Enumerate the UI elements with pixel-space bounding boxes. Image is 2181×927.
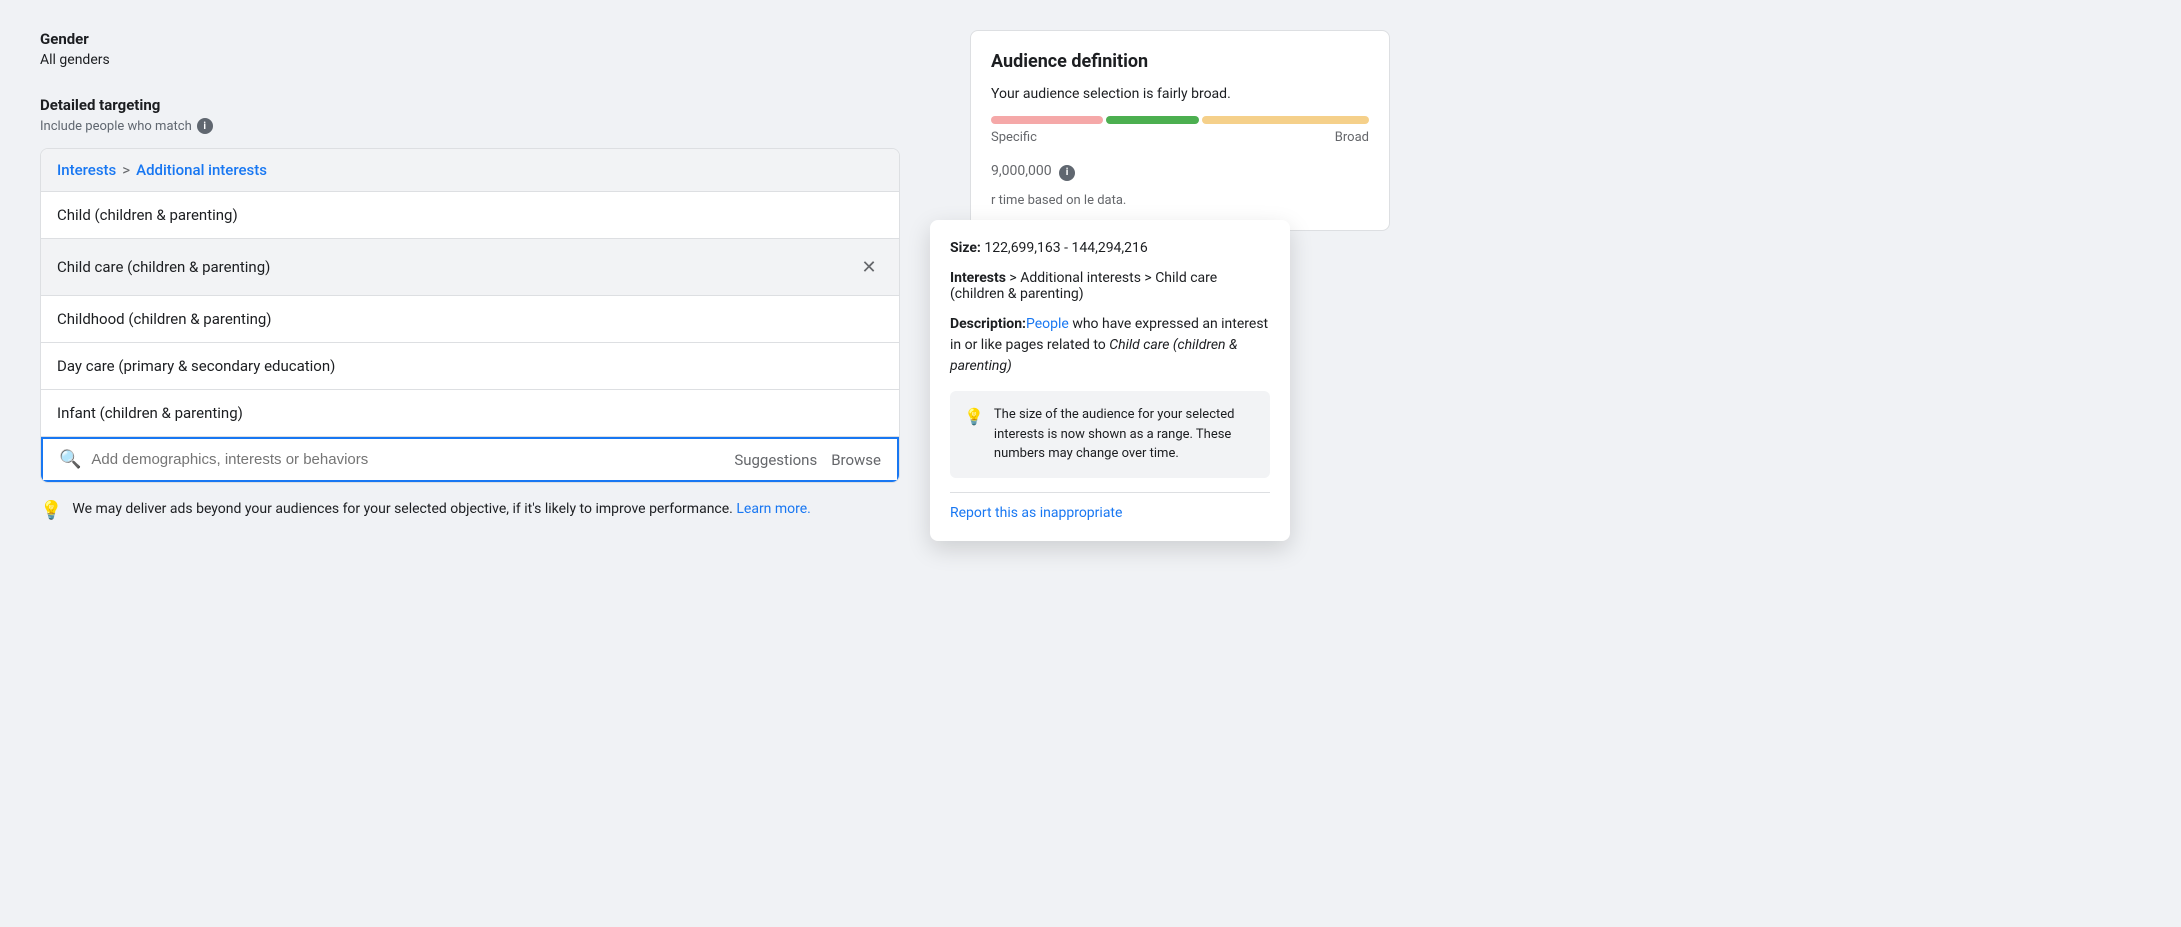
search-input[interactable] [91,451,724,468]
tip-row: 💡 We may deliver ads beyond your audienc… [40,483,900,537]
interest-item-3: Childhood (children & parenting) [41,296,899,343]
targeting-box: Interests > Additional interests Child (… [40,148,900,483]
gender-label: Gender [40,30,900,48]
learn-more-link[interactable]: Learn more. [736,501,811,517]
size-row: 9,000,000 i [991,153,1369,191]
interest-item-3-text: Childhood (children & parenting) [57,310,272,328]
info-icon-2[interactable]: i [1059,165,1075,181]
interest-item-1: Child (children & parenting) [41,192,899,239]
audience-definition-card: Audience definition Your audience select… [970,30,1390,231]
tooltip-size-value: 122,699,163 - 144,294,216 [984,240,1147,256]
breadcrumb-additional[interactable]: Additional interests [136,161,267,179]
tooltip-note: 💡 The size of the audience for your sele… [950,391,1270,478]
browse-link[interactable]: Browse [831,451,881,469]
interest-item-4: Day care (primary & secondary education) [41,343,899,390]
tip-text: We may deliver ads beyond your audiences… [72,499,810,520]
size-number-text: 9,000,000 [991,163,1052,179]
breadcrumb-separator: > [122,161,130,179]
tooltip-note-text: The size of the audience for your select… [994,405,1256,464]
tooltip-note-icon: 💡 [964,405,984,429]
interest-item-2-text: Child care (children & parenting) [57,258,270,276]
tooltip-divider [950,492,1270,493]
interest-item-2: Child care (children & parenting) ✕ [41,239,899,296]
tooltip-size-label: Size: [950,240,981,256]
tip-icon: 💡 [40,500,62,521]
targeting-title: Detailed targeting [40,96,900,114]
tooltip-popup: Size: 122,699,163 - 144,294,216 Interest… [930,220,1290,541]
gauge-segment-3 [1202,116,1369,124]
tooltip-path-label: Interests [950,270,1006,286]
size-number-partial: 9,000,000 i [991,163,1075,181]
gauge-label-broad: Broad [1335,130,1369,145]
audience-desc: Your audience selection is fairly broad. [991,86,1369,102]
tooltip-desc: Description:People who have expressed an… [950,314,1270,377]
search-icon: 🔍 [59,449,81,470]
time-text: r time based on le data. [991,191,1369,211]
report-link[interactable]: Report this as inappropriate [950,505,1122,521]
interest-item-5-text: Infant (children & parenting) [57,404,243,422]
breadcrumb-interests[interactable]: Interests [57,161,116,179]
info-icon[interactable]: i [197,118,213,134]
gender-value: All genders [40,52,900,68]
gauge-segment-1 [991,116,1103,124]
gauge-labels: Specific Broad [991,130,1369,145]
gauge-bars [991,116,1369,124]
tooltip-desc-blue: People [1026,316,1069,332]
audience-title: Audience definition [991,51,1369,72]
search-bar: 🔍 Suggestions Browse [41,437,899,482]
gender-section: Gender All genders [40,30,900,68]
gauge-segment-2 [1106,116,1199,124]
suggestions-link[interactable]: Suggestions [734,451,817,469]
remove-interest-2-button[interactable]: ✕ [855,253,883,281]
tooltip-size: Size: 122,699,163 - 144,294,216 [950,240,1270,256]
gauge-label-specific: Specific [991,130,1037,145]
tooltip-path: Interests > Additional interests > Child… [950,270,1270,302]
gauge-container: Specific Broad [991,116,1369,145]
detailed-targeting-section: Detailed targeting Include people who ma… [40,96,900,537]
tooltip-desc-label: Description: [950,316,1026,332]
interest-item-5: Infant (children & parenting) [41,390,899,437]
search-links: Suggestions Browse [734,451,881,469]
targeting-subtitle-text: Include people who match [40,119,192,134]
targeting-subtitle: Include people who match i [40,118,900,134]
interest-item-4-text: Day care (primary & secondary education) [57,357,335,375]
tip-text-main: We may deliver ads beyond your audiences… [72,501,732,517]
interest-item-1-text: Child (children & parenting) [57,206,238,224]
breadcrumb-bar: Interests > Additional interests [41,149,899,192]
